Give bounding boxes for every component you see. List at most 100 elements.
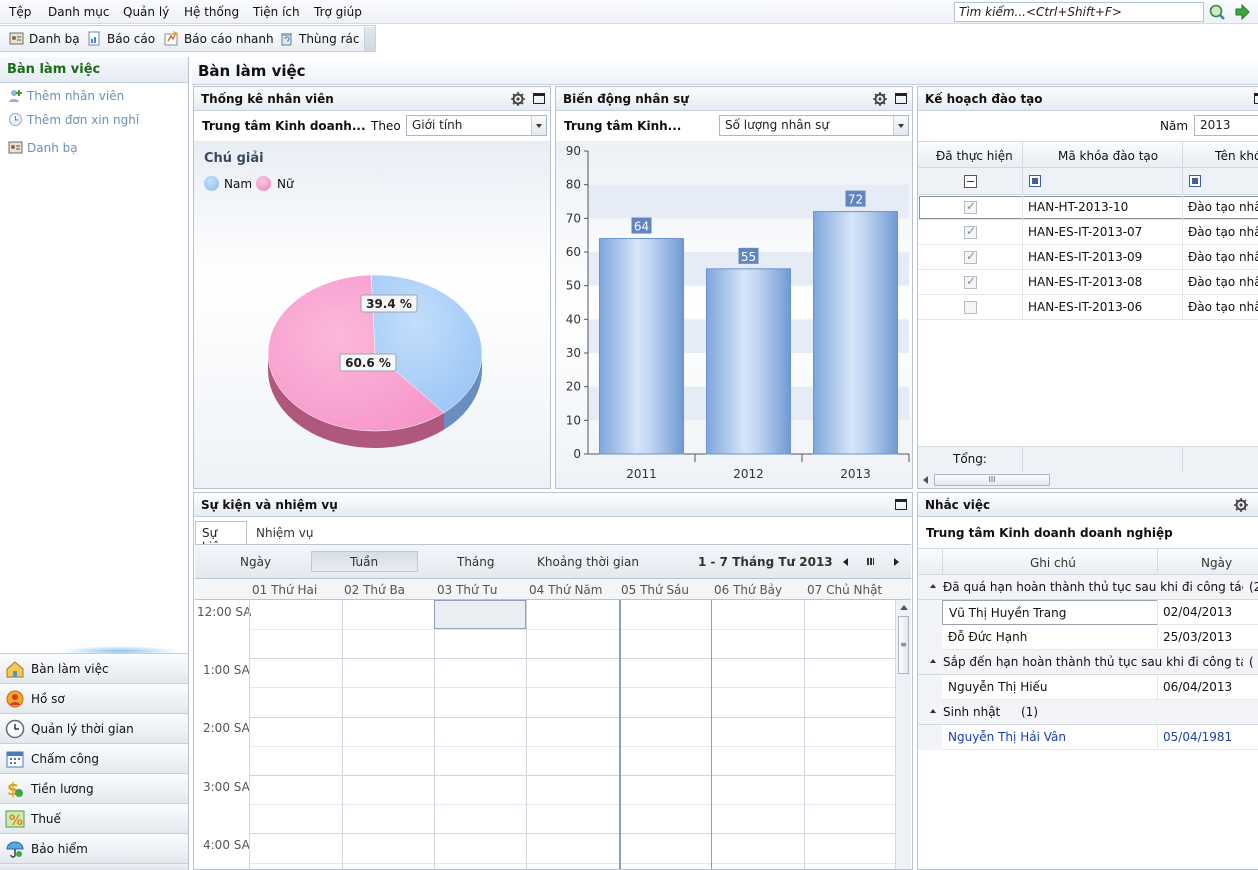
menu-help[interactable]: Trợ giúp [314, 5, 362, 19]
column-header-date[interactable]: Ngày [1201, 556, 1232, 570]
maximize-icon[interactable] [895, 499, 907, 510]
done-checkbox[interactable] [964, 301, 977, 314]
scroll-left-icon[interactable] [923, 476, 928, 484]
toolbar-contacts-button[interactable]: Danh bạ [29, 32, 80, 46]
scroll-up-icon[interactable] [900, 605, 908, 610]
sidebar-link-contacts[interactable]: Danh bạ [27, 141, 78, 155]
toolbar-quick-report-button[interactable]: Báo cáo nhanh [184, 32, 274, 46]
table-row[interactable]: Vũ Thị Huyền Trang 02/04/2013 [918, 600, 1258, 625]
gear-icon[interactable] [1233, 497, 1249, 513]
filter-icon[interactable] [1189, 175, 1201, 187]
column-header-done[interactable]: Đã thực hiện [936, 149, 1013, 163]
table-row[interactable]: HAN-ES-IT-2013-08 Đào tạo nhân [918, 270, 1258, 295]
reminder-person: Nguyễn Thị Hiếu [948, 680, 1048, 694]
time-slot-line [249, 833, 895, 835]
table-row[interactable]: HAN-ES-IT-2013-07 Đào tạo nhân [918, 220, 1258, 245]
nav-desk[interactable]: Bàn làm việc [0, 653, 188, 683]
menu-file[interactable]: Tệp [9, 5, 31, 19]
reminder-group-header[interactable]: Sắp đến hạn hoàn thành thủ tục sau khi đ… [918, 650, 1258, 675]
y-tick-label: 90 [566, 144, 581, 158]
prev-arrow-icon[interactable] [843, 558, 848, 566]
search-icon[interactable] [1208, 3, 1226, 21]
table-row[interactable]: Nguyễn Thị Hải Vân 05/04/1981 [918, 725, 1258, 750]
table-row[interactable]: HAN-ES-IT-2013-09 Đào tạo nhân [918, 245, 1258, 270]
nav-profile[interactable]: Hồ sơ [0, 683, 188, 713]
view-day-button[interactable]: Ngày [240, 555, 271, 569]
nav-time-management[interactable]: Quản lý thời gian [0, 713, 188, 743]
toolbar-report-button[interactable]: Báo cáo [107, 32, 155, 46]
training-year-label: Năm [1160, 119, 1189, 133]
menu-system[interactable]: Hệ thống [184, 5, 239, 19]
gear-icon[interactable] [872, 91, 888, 107]
calendar-grid[interactable]: 12:00 SA 1:00 SA 2:00 SA 3:00 SA 4:00 SA [195, 600, 911, 869]
column-header-code[interactable]: Mã khóa đào tạo [1058, 149, 1158, 163]
reminder-group-header[interactable]: Sinh nhật (1) [918, 700, 1258, 725]
done-checkbox[interactable] [964, 274, 977, 289]
day-header[interactable]: 04 Thứ Năm [529, 583, 602, 597]
search-input[interactable]: Tìm kiếm...<Ctrl+Shift+F> [954, 2, 1204, 22]
y-tick-label: 70 [566, 211, 581, 225]
day-header[interactable]: 02 Thứ Ba [344, 583, 405, 597]
done-checkbox[interactable] [964, 249, 977, 264]
staff-stats-unit: Trung tâm Kinh doanh... [202, 119, 366, 133]
toolbar-trash-button[interactable]: Thùng rác [299, 32, 359, 46]
view-month-button[interactable]: Tháng [457, 555, 495, 569]
training-year-input[interactable]: 2013 [1194, 115, 1258, 136]
gear-icon[interactable] [510, 91, 526, 107]
maximize-icon[interactable] [533, 93, 545, 104]
maximize-icon[interactable] [895, 93, 907, 104]
reminder-group-header[interactable]: Đã quá hạn hoàn thành thủ tục sau khi đi… [918, 575, 1258, 600]
reminders-grid-header: Ghi chú Ngày [918, 548, 1258, 575]
day-header[interactable]: 07 Chủ Nhật [807, 583, 882, 597]
hr-change-metric-select[interactable]: Số lượng nhân sự [719, 115, 909, 136]
day-header[interactable]: 06 Thứ Bảy [714, 583, 782, 597]
maximize-icon[interactable] [1254, 93, 1258, 104]
hr-change-unit: Trung tâm Kinh... [564, 119, 682, 133]
scrollbar-thumb[interactable]: lll [934, 474, 1050, 486]
sidebar-link-add-leave[interactable]: Thêm đơn xin nghỉ [27, 113, 139, 127]
table-row[interactable]: HAN-ES-IT-2013-06 Đào tạo nhân [918, 295, 1258, 320]
sidebar-link-add-employee[interactable]: Thêm nhân viên [27, 89, 124, 103]
hour-label: 12:00 SA [197, 605, 252, 619]
toolbar-overflow-button[interactable] [364, 27, 375, 51]
course-code: HAN-HT-2013-10 [1028, 200, 1129, 214]
scrollbar-thumb[interactable]: ≡ [898, 616, 909, 674]
table-row[interactable]: HAN-HT-2013-10 Đào tạo nhân [918, 195, 1258, 220]
next-arrow-icon[interactable] [894, 558, 899, 566]
horizontal-scrollbar[interactable]: lll [918, 472, 1258, 488]
nav-tax[interactable]: % Thuế [0, 803, 188, 833]
day-header[interactable]: 05 Thứ Sáu [621, 583, 689, 597]
selected-time-slot[interactable] [434, 600, 526, 629]
collapse-icon[interactable] [930, 584, 936, 588]
collapse-icon[interactable] [930, 709, 936, 713]
view-range-button[interactable]: Khoảng thời gian [537, 555, 639, 569]
tab-tasks[interactable]: Nhiệm vụ [250, 521, 320, 543]
pie-data-label: 60.6 % [345, 356, 391, 370]
collapse-icon[interactable] [930, 659, 936, 663]
done-checkbox[interactable] [964, 224, 977, 239]
chevron-down-icon[interactable] [531, 116, 546, 135]
arrow-right-icon[interactable] [1233, 3, 1251, 21]
nav-payroll[interactable]: $ Tiền lương [0, 773, 188, 803]
table-row[interactable]: Đỗ Đức Hạnh 25/03/2013 [918, 625, 1258, 650]
menu-manage[interactable]: Quản lý [123, 5, 169, 19]
done-checkbox[interactable] [964, 199, 977, 214]
menu-catalog[interactable]: Danh mục [48, 5, 110, 19]
staff-stats-by-select[interactable]: Giới tính [406, 115, 547, 136]
nav-timekeeping[interactable]: Chấm công [0, 743, 188, 773]
vertical-scrollbar[interactable]: ≡ [895, 600, 911, 869]
filter-icon[interactable] [1029, 175, 1041, 187]
nav-insurance[interactable]: Bảo hiểm [0, 833, 188, 863]
chevron-down-icon[interactable] [893, 116, 908, 135]
column-header-note[interactable]: Ghi chú [1030, 556, 1076, 570]
day-header[interactable]: 03 Thứ Tư [437, 583, 497, 597]
tab-events[interactable]: Sự kiện [195, 521, 247, 554]
bar-data-label: 72 [848, 193, 863, 207]
menu-utilities[interactable]: Tiện ích [253, 5, 300, 19]
column-header-name[interactable]: Tên khóa [1215, 149, 1258, 163]
day-header[interactable]: 01 Thứ Hai [252, 583, 317, 597]
table-row[interactable]: Nguyễn Thị Hiếu 06/04/2013 [918, 675, 1258, 700]
filter-toggle[interactable] [964, 175, 977, 188]
group-indent [918, 600, 942, 625]
calendar-today-icon[interactable] [867, 558, 874, 565]
